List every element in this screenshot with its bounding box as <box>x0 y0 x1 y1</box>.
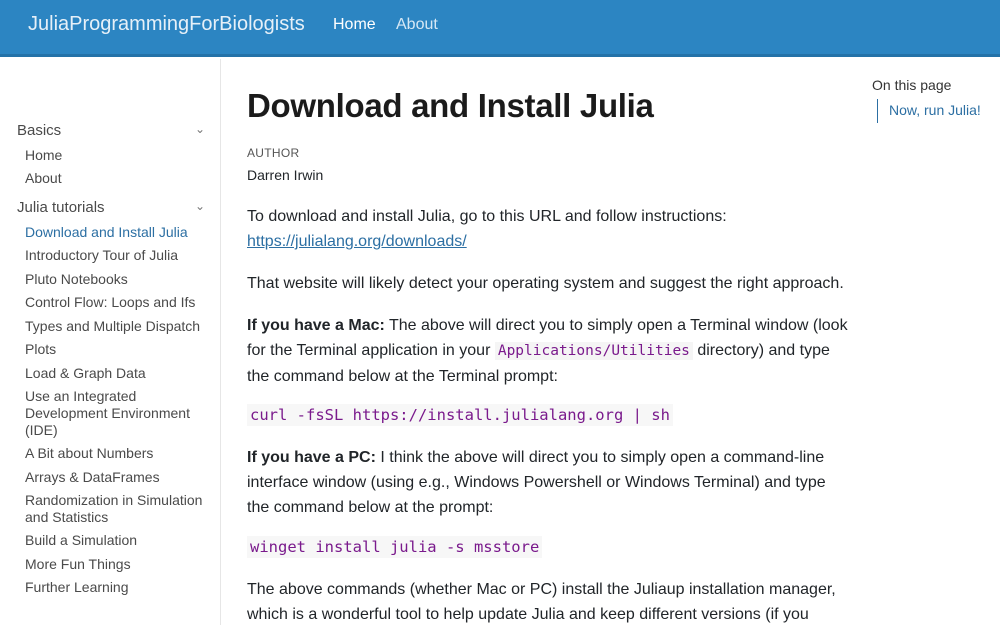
nav-link-about[interactable]: About <box>396 16 438 34</box>
paragraph-pc: If you have a PC: I think the above will… <box>247 445 852 520</box>
sidebar-item-pluto[interactable]: Pluto Notebooks <box>25 271 205 288</box>
sidebar-section-title: Basics <box>17 122 62 139</box>
paragraph-intro: To download and install Julia, go to thi… <box>247 204 852 254</box>
nav-link-home[interactable]: Home <box>333 16 376 34</box>
sidebar-item-about[interactable]: About <box>25 170 205 187</box>
paragraph-mac: If you have a Mac: The above will direct… <box>247 313 852 389</box>
paragraph-detect-os: That website will likely detect your ope… <box>247 275 844 292</box>
sidebar-item-randomization[interactable]: Randomization in Simulation and Statisti… <box>25 492 205 526</box>
code-block-pc-install: winget install julia -s msstore <box>247 536 543 558</box>
sidebar-section-julia-tutorials[interactable]: Julia tutorials ⌄ <box>17 199 207 216</box>
julia-downloads-link[interactable]: https://julialang.org/downloads/ <box>247 233 467 250</box>
sidebar-item-intro-tour[interactable]: Introductory Tour of Julia <box>25 247 205 264</box>
toc-active-indicator <box>877 99 878 123</box>
chevron-down-icon[interactable]: ⌄ <box>195 122 205 136</box>
mac-heading: If you have a Mac: <box>247 317 385 334</box>
paragraph-juliaup: The above commands (whether Mac or PC) i… <box>247 581 836 623</box>
chevron-down-icon[interactable]: ⌄ <box>195 199 205 213</box>
inline-code-applications-path: Applications/Utilities <box>494 342 693 360</box>
intro-text: To download and install Julia, go to thi… <box>247 208 727 225</box>
sidebar-item-types-dispatch[interactable]: Types and Multiple Dispatch <box>25 318 205 335</box>
sidebar-item-numbers[interactable]: A Bit about Numbers <box>25 445 205 462</box>
sidebar-item-arrays-dataframes[interactable]: Arrays & DataFrames <box>25 469 205 486</box>
page-title: Download and Install Julia <box>247 87 654 124</box>
top-navbar: JuliaProgrammingForBiologists Home About <box>0 0 1000 57</box>
sidebar-item-more-fun[interactable]: More Fun Things <box>25 556 205 573</box>
sidebar-item-home[interactable]: Home <box>25 147 205 164</box>
sidebar-section-title: Julia tutorials <box>17 199 105 216</box>
toc-item-run-julia[interactable]: Now, run Julia! <box>889 102 981 118</box>
pc-heading: If you have a PC: <box>247 449 376 466</box>
sidebar-item-further-learning[interactable]: Further Learning <box>25 579 205 596</box>
sidebar-item-build-simulation[interactable]: Build a Simulation <box>25 532 205 549</box>
sidebar-item-load-graph-data[interactable]: Load & Graph Data <box>25 365 205 382</box>
sidebar-item-ide[interactable]: Use an Integrated Development Environmen… <box>25 388 205 439</box>
site-brand-link[interactable]: JuliaProgrammingForBiologists <box>28 13 305 36</box>
sidebar: Basics ⌄ Home About Julia tutorials ⌄ Do… <box>0 59 221 625</box>
code-block-mac-install: curl -fsSL https://install.julialang.org… <box>247 404 673 426</box>
author-label: AUTHOR <box>247 146 300 160</box>
sidebar-item-control-flow[interactable]: Control Flow: Loops and Ifs <box>25 294 205 311</box>
sidebar-item-plots[interactable]: Plots <box>25 341 205 358</box>
author-name: Darren Irwin <box>247 167 324 183</box>
sidebar-item-download-install[interactable]: Download and Install Julia <box>25 224 205 241</box>
sidebar-section-basics[interactable]: Basics ⌄ <box>17 122 207 139</box>
toc-title: On this page <box>872 77 952 93</box>
